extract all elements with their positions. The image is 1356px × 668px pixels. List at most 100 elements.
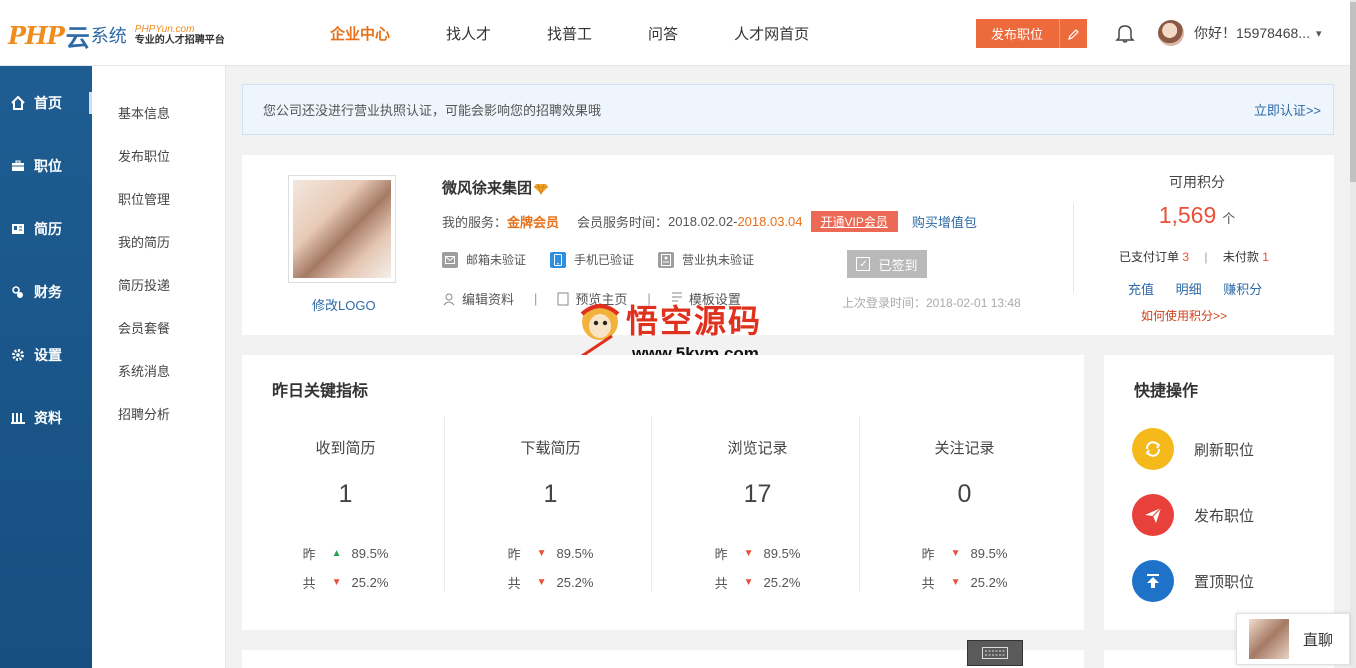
subnav-recruit-analysis[interactable]: 招聘分析 — [118, 404, 170, 423]
metric-divider — [444, 417, 445, 591]
license-notice: 您公司还没进行营业执照认证，可能会影响您的招聘效果哦 立即认证>> — [242, 84, 1334, 135]
main-nav: 企业中心 找人才 找普工 问答 人才网首页 — [330, 0, 865, 66]
gear-icon — [10, 347, 26, 363]
buy-package-link[interactable]: 购买增值包 — [912, 212, 977, 231]
home-icon — [10, 95, 26, 111]
sidebar-item-profile[interactable]: 资料 — [0, 398, 92, 438]
nav-talent-home[interactable]: 人才网首页 — [734, 23, 809, 44]
metric-downloaded-resumes[interactable]: 下载简历 1 昨 ▼ 89.5% 共 ▼ 25.2% — [447, 417, 654, 591]
verification-row: 邮箱未验证 手机已验证 营业执未验证 — [442, 251, 778, 268]
sidebar-item-resumes[interactable]: 简历 — [0, 209, 92, 249]
arrow-down-icon: ▼ — [536, 577, 547, 588]
unpaid-count[interactable]: 1 — [1262, 250, 1269, 264]
metric-title: 浏览记录 — [727, 440, 788, 457]
user-menu[interactable]: 你好！15978468... ▾ — [1158, 20, 1322, 46]
points-value-row: 1,569 个 — [1122, 202, 1272, 229]
service-time-end: 2018.03.04 — [737, 213, 803, 229]
metric-total-pct: 25.2% — [763, 575, 801, 590]
phone-verify-status[interactable]: 手机已验证 — [550, 251, 634, 268]
change-logo-link[interactable]: 修改LOGO — [312, 295, 376, 314]
nav-qa[interactable]: 问答 — [648, 23, 678, 44]
service-time-start: 2018.02.02- — [668, 213, 738, 229]
subnav-resume-delivery[interactable]: 简历投递 — [118, 275, 170, 294]
subnav-system-messages[interactable]: 系统消息 — [118, 361, 170, 380]
open-vip-button[interactable]: 开通VIP会员 — [810, 210, 898, 232]
service-label: 我的服务： — [442, 214, 508, 230]
arrow-down-icon: ▼ — [743, 577, 754, 588]
total-label: 共 — [507, 576, 521, 591]
orders-row: 已支付订单 3 | 未付款 1 — [1119, 248, 1269, 265]
next-panel — [242, 650, 1084, 668]
sidebar-item-label: 财务 — [34, 284, 62, 300]
pin-job-action[interactable]: 置顶职位 — [1132, 560, 1254, 602]
signed-in-button[interactable]: ✓ 已签到 — [847, 250, 927, 278]
site-logo[interactable]: PHP 云 系统 PHPYun.com 专业的人才招聘平台 — [8, 18, 225, 52]
bell-icon[interactable] — [1114, 22, 1136, 44]
metric-title: 收到简历 — [315, 440, 376, 457]
license-verify-status[interactable]: 营业执未验证 — [658, 251, 754, 268]
sidebar-item-jobs[interactable]: 职位 — [0, 146, 92, 186]
earn-points-link[interactable]: 赚积分 — [1223, 282, 1262, 297]
sub-nav: 基本信息 发布职位 职位管理 我的简历 简历投递 会员套餐 系统消息 招聘分析 — [92, 66, 226, 668]
metric-divider — [651, 417, 652, 591]
membership-level: 金牌会员 — [507, 214, 560, 230]
arrow-down-icon: ▼ — [331, 577, 342, 588]
paid-orders-count[interactable]: 3 — [1182, 250, 1189, 264]
pin-job-label: 置顶职位 — [1194, 573, 1255, 591]
logo-slogan: 专业的人才招聘平台 — [134, 35, 225, 46]
publish-job-action-label: 发布职位 — [1194, 507, 1255, 525]
metric-value: 17 — [743, 480, 772, 508]
scrollbar-thumb[interactable] — [1350, 2, 1356, 182]
yesterday-label: 昨 — [302, 547, 316, 562]
total-label: 共 — [921, 576, 935, 591]
yesterday-label: 昨 — [507, 547, 521, 562]
metric-value: 0 — [957, 480, 972, 508]
company-logo — [288, 175, 396, 283]
publish-job-button[interactable]: 发布职位 — [976, 19, 1087, 48]
logo-site-name: PHPYun.com — [134, 24, 195, 35]
points-value: 1,569 — [1158, 202, 1217, 228]
mail-icon — [442, 251, 458, 268]
publish-job-action[interactable]: 发布职位 — [1132, 494, 1254, 536]
top-header: PHP 云 系统 PHPYun.com 专业的人才招聘平台 企业中心 找人才 找… — [0, 0, 1356, 66]
metric-follows[interactable]: 关注记录 0 昨 ▼ 89.5% 共 ▼ 25.2% — [861, 417, 1068, 591]
sidebar-item-settings[interactable]: 设置 — [0, 335, 92, 375]
metric-yesterday-pct: 89.5% — [351, 546, 389, 561]
subnav-publish-job[interactable]: 发布职位 — [118, 146, 170, 165]
subnav-job-manage[interactable]: 职位管理 — [118, 189, 170, 208]
subnav-my-resumes[interactable]: 我的简历 — [118, 232, 170, 251]
points-detail-link[interactable]: 明细 — [1176, 282, 1202, 297]
certify-now-link[interactable]: 立即认证>> — [1254, 100, 1321, 119]
sidebar-item-label: 资料 — [34, 410, 62, 426]
edit-profile-link[interactable]: 编辑资料 — [442, 289, 514, 308]
sidebar-item-home[interactable]: 首页 — [0, 83, 92, 123]
page-scrollbar[interactable] — [1350, 0, 1356, 668]
how-to-use-points-link[interactable]: 如何使用积分>> — [1141, 307, 1227, 324]
metric-value: 1 — [338, 480, 353, 508]
direct-chat-widget[interactable]: 直聊 — [1236, 613, 1350, 665]
keyboard-icon[interactable] — [967, 640, 1023, 666]
nav-find-talent[interactable]: 找人才 — [446, 23, 491, 44]
metric-received-resumes[interactable]: 收到简历 1 昨 ▲ 89.5% 共 ▼ 25.2% — [242, 417, 449, 591]
key-metrics-panel: 昨日关键指标 收到简历 1 昨 ▲ 89.5% 共 ▼ 25.2% 下载简历 1 昨 ▼ 8… — [242, 355, 1084, 630]
company-name: 微风徐来集团 — [442, 180, 533, 197]
arrow-down-icon: ▼ — [950, 548, 961, 559]
refresh-jobs-action[interactable]: 刷新职位 — [1132, 428, 1254, 470]
nav-company-center[interactable]: 企业中心 — [330, 23, 390, 44]
recharge-link[interactable]: 充值 — [1128, 282, 1154, 297]
sidebar-item-finance[interactable]: 财务 — [0, 272, 92, 312]
email-verify-status[interactable]: 邮箱未验证 — [442, 251, 526, 268]
metric-views[interactable]: 浏览记录 17 昨 ▼ 89.5% 共 ▼ 25.2% — [654, 417, 861, 591]
quick-actions-title: 快捷操作 — [1134, 383, 1199, 400]
logo-system-text: 系统 — [90, 26, 127, 46]
money-icon — [10, 284, 26, 300]
nav-find-worker[interactable]: 找普工 — [547, 23, 592, 44]
service-time-label: 会员服务时间： — [577, 214, 669, 230]
subnav-basic-info[interactable]: 基本信息 — [118, 103, 170, 122]
total-label: 共 — [302, 576, 316, 591]
arrow-down-icon: ▼ — [743, 548, 754, 559]
sidebar-item-label: 设置 — [34, 347, 62, 363]
subnav-membership[interactable]: 会员套餐 — [118, 318, 170, 337]
metric-yesterday-row: 昨 ▼ 89.5% — [861, 544, 1068, 563]
user-icon — [443, 293, 455, 305]
